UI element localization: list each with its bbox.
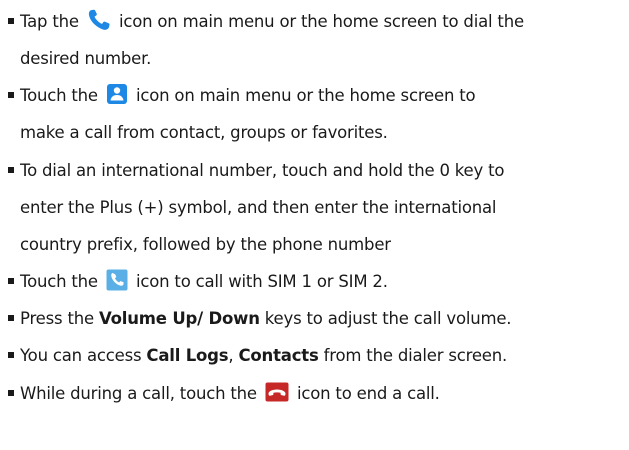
item-5-text-post: keys to adjust the call volume. — [259, 309, 512, 328]
list-item: Touch the icon on main menu or the home … — [8, 77, 628, 151]
item-6-text-pre: You can access — [20, 346, 147, 365]
sim-call-icon — [106, 269, 128, 291]
item-3-line-2: enter the Plus (+) symbol, and then ente… — [20, 198, 497, 217]
item-3-line-1: To dial an international number, touch a… — [20, 161, 505, 180]
bullet-marker — [8, 17, 14, 24]
bullet-marker — [8, 389, 14, 396]
item-6-text-post: from the dialer screen. — [318, 346, 508, 365]
phone-icon — [87, 9, 111, 31]
item-6-text-mid: , — [228, 346, 239, 365]
list-item: Touch the icon to call with SIM 1 or SIM… — [8, 263, 628, 300]
item-1-line-2: desired number. — [20, 49, 152, 68]
list-item: While during a call, touch the icon to e… — [8, 375, 628, 412]
contacts-icon — [106, 83, 128, 105]
list-item: Press the Volume Up/ Down keys to adjust… — [8, 300, 628, 337]
bullet-marker — [8, 314, 14, 321]
item-3-line-3: country prefix, followed by the phone nu… — [20, 235, 391, 254]
bullet-marker — [8, 91, 14, 98]
item-5-text-pre: Press the — [20, 309, 99, 328]
bullet-marker — [8, 166, 14, 173]
list-item: Tap the icon on main menu or the home sc… — [8, 3, 628, 77]
call-logs-label: Call Logs — [146, 346, 229, 365]
volume-keys-label: Volume Up/ Down — [99, 309, 260, 328]
item-2-text-pre: Touch the — [20, 86, 103, 105]
bullet-marker — [8, 351, 14, 358]
item-1-text-post: icon on main menu or the home screen to … — [113, 12, 524, 31]
item-4-text-post: icon to call with SIM 1 or SIM 2. — [130, 272, 388, 291]
item-7-text-pre: While during a call, touch the — [20, 384, 262, 403]
contacts-label: Contacts — [238, 346, 319, 365]
document-page: Tap the icon on main menu or the home sc… — [0, 0, 629, 450]
item-2-line-2: make a call from contact, groups or favo… — [20, 123, 388, 142]
end-call-icon — [265, 382, 289, 402]
item-4-text-pre: Touch the — [20, 272, 103, 291]
item-2-text-post: icon on main menu or the home screen to — [130, 86, 476, 105]
bullet-marker — [8, 277, 14, 284]
list-item: To dial an international number, touch a… — [8, 152, 628, 263]
list-item: You can access Call Logs, Contacts from … — [8, 337, 628, 374]
item-1-text-pre: Tap the — [20, 12, 84, 31]
item-7-text-post: icon to end a call. — [291, 384, 440, 403]
